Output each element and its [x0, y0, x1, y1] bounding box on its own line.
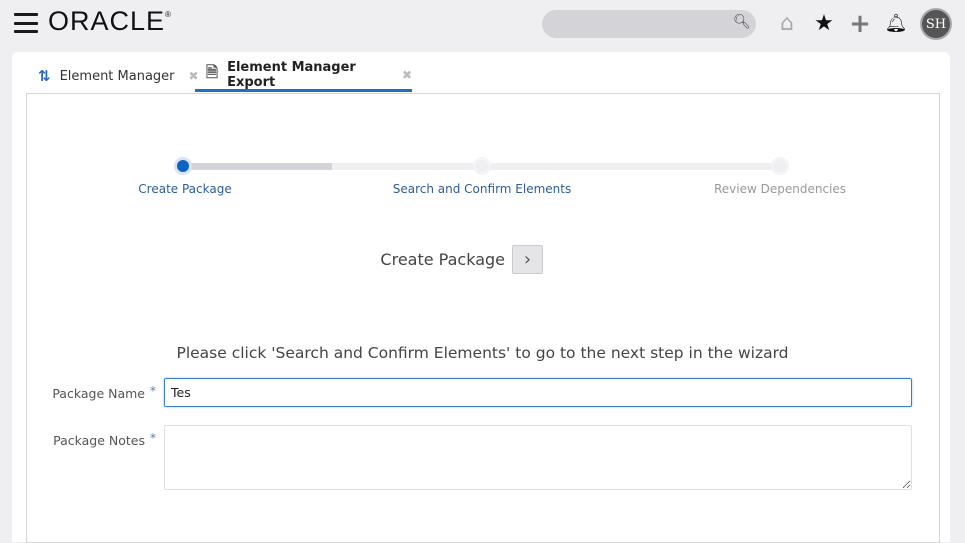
- search-icon[interactable]: 🔍︎: [733, 14, 751, 30]
- required-marker: *: [150, 431, 156, 445]
- step-label-create-package[interactable]: Create Package: [85, 182, 285, 196]
- package-notes-label: Package Notes: [53, 433, 145, 448]
- close-tab-icon[interactable]: ✖: [402, 68, 412, 82]
- tab-element-manager-export[interactable]: 🗎 Element Manager Export ✖: [195, 60, 412, 92]
- home-icon[interactable]: ⌂: [774, 11, 800, 37]
- oracle-logo[interactable]: ORACLE®: [48, 6, 172, 37]
- step-dot-create-package[interactable]: [174, 157, 192, 175]
- tab-label: Element Manager Export: [227, 59, 356, 90]
- tab-label: Element Manager: [59, 68, 175, 84]
- avatar-initials: SH: [925, 16, 947, 32]
- favorites-star-icon[interactable]: ★: [811, 11, 837, 37]
- step-dot-search-confirm[interactable]: [473, 157, 491, 175]
- top-bar: ORACLE® 🔍︎ ⌂ ★ + 🔔︎ SH: [0, 0, 965, 48]
- package-name-input[interactable]: Tes: [164, 378, 912, 407]
- tab-element-manager[interactable]: ⇅ Element Manager ✖: [38, 60, 199, 92]
- hamburger-menu-icon[interactable]: [14, 13, 38, 33]
- wizard-instruction: Please click 'Search and Confirm Element…: [176, 344, 789, 362]
- logo-text: ORACLE: [48, 6, 166, 36]
- user-avatar[interactable]: SH: [920, 8, 952, 40]
- current-step-title: Create Package: [380, 250, 505, 269]
- step-dot-review-dependencies[interactable]: [771, 157, 789, 175]
- wizard-progress: [183, 163, 333, 170]
- package-notes-textarea[interactable]: [164, 425, 912, 490]
- step-label-review-dependencies[interactable]: Review Dependencies: [680, 182, 880, 196]
- add-plus-icon[interactable]: +: [847, 11, 873, 37]
- required-marker: *: [150, 384, 156, 398]
- step-label-search-confirm[interactable]: Search and Confirm Elements: [382, 182, 582, 196]
- package-name-label: Package Name: [52, 386, 145, 401]
- next-step-button[interactable]: ›: [512, 245, 543, 274]
- export-document-icon: 🗎: [206, 63, 219, 81]
- search-input[interactable]: [542, 10, 756, 38]
- sort-arrows-icon: ⇅: [38, 67, 51, 85]
- notifications-bell-icon[interactable]: 🔔︎: [883, 11, 909, 37]
